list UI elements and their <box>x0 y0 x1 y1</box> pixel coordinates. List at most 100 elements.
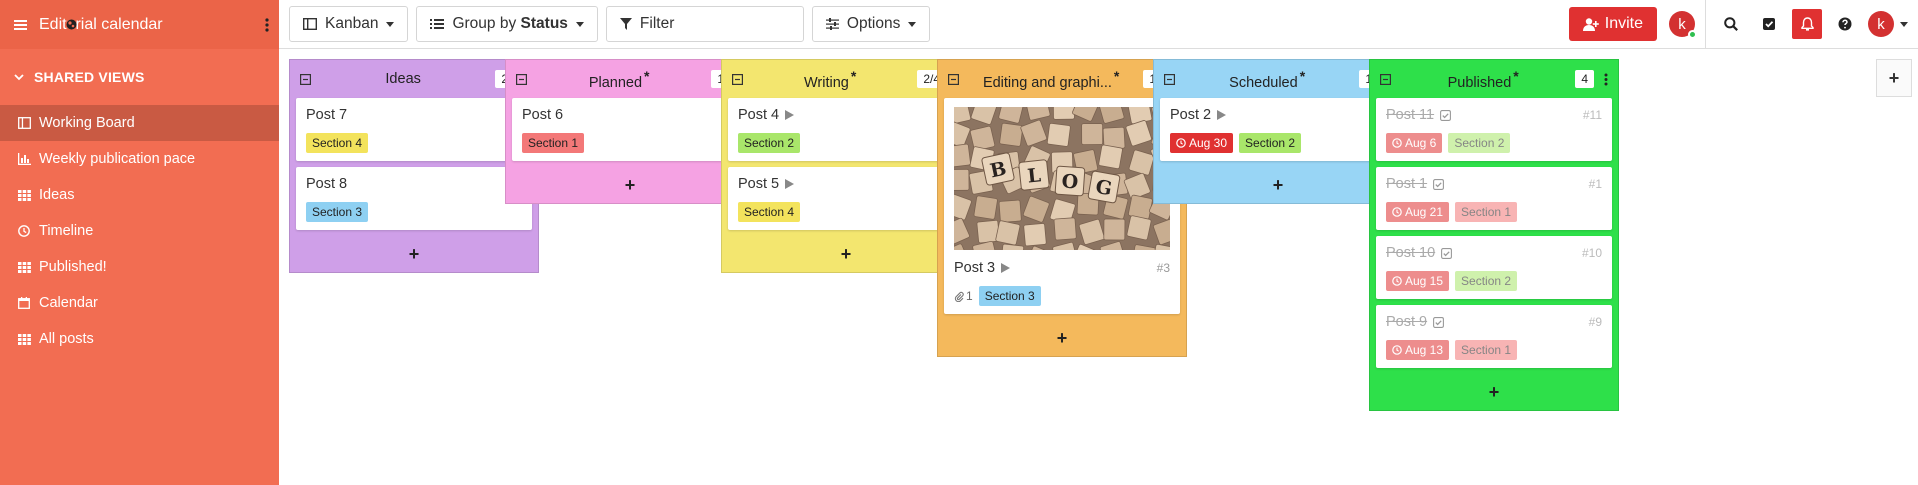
column-title: Published * <box>1399 68 1567 91</box>
column-title: Planned * <box>535 68 703 91</box>
card-post-2[interactable]: Post 2#2 Aug 30 Section 2 <box>1160 98 1396 161</box>
tag-label: Section 3 <box>312 205 363 219</box>
toolbar: Kanban Group by Status Filter Options In… <box>279 0 1918 49</box>
sidebar-item-weekly-publication-pace[interactable]: Weekly publication pace <box>0 141 279 177</box>
card-title: Post 9 <box>1386 314 1428 330</box>
card-tags: Section 3 <box>306 202 522 222</box>
app-title: Editorial calendar <box>39 15 163 33</box>
sidebar-item-timeline[interactable]: Timeline <box>0 213 279 249</box>
card-post-10[interactable]: Post 10 #10 Aug 15 Section 2 <box>1376 236 1612 299</box>
view-type-dropdown[interactable]: Kanban <box>289 6 409 42</box>
card-number: #3 <box>1156 261 1170 275</box>
add-card-button[interactable]: + <box>938 320 1186 356</box>
calendar-icon <box>17 297 31 309</box>
filter-button[interactable]: Filter <box>605 6 804 42</box>
column-header: Published * 4 <box>1370 60 1618 98</box>
collapse-column-icon[interactable] <box>732 73 743 85</box>
column-header: Planned*1 <box>506 60 754 98</box>
wooden-tile <box>995 220 1021 246</box>
plus-icon: + <box>624 174 636 195</box>
grid-icon <box>17 189 31 201</box>
clock-icon <box>1392 138 1402 148</box>
collapse-column-icon[interactable] <box>1164 73 1175 85</box>
sidebar-item-calendar[interactable]: Calendar <box>0 285 279 321</box>
card-tags: Section 4 <box>738 202 954 222</box>
tag-label: Section 2 <box>1245 136 1296 150</box>
notifications-button[interactable] <box>1792 9 1822 39</box>
tag-label: Aug 15 <box>1405 274 1444 288</box>
invite-button[interactable]: Invite <box>1568 7 1657 41</box>
sidebar-header: Editorial calendar <box>0 0 279 49</box>
card-number: #9 <box>1588 315 1602 329</box>
card-post-3[interactable]: B L O G Post 3 #3 1 Section 3 <box>944 98 1180 314</box>
tasks-button[interactable] <box>1754 9 1784 39</box>
plus-icon: + <box>1056 327 1068 348</box>
add-column-button[interactable]: + <box>1876 59 1912 97</box>
card-header: Post 6#6 <box>522 107 738 123</box>
bell-icon <box>1800 17 1814 31</box>
column-menu-icon[interactable] <box>1602 73 1610 86</box>
column-title: Scheduled * <box>1183 68 1351 91</box>
card-post-8[interactable]: Post 8#8 Section 3 <box>296 167 532 230</box>
group-by-dropdown[interactable]: Group by Status <box>416 6 598 42</box>
card-post-6[interactable]: Post 6#6 Section 1 <box>512 98 748 161</box>
card-title: Post 3 <box>954 260 996 276</box>
due-date-tag: Aug 15 <box>1386 271 1450 291</box>
help-button[interactable] <box>1830 9 1860 39</box>
play-icon <box>785 110 795 120</box>
card-header: Post 5#5 <box>738 176 954 192</box>
card-post-9[interactable]: Post 9 #9 Aug 13 Section 1 <box>1376 305 1612 368</box>
card-post-5[interactable]: Post 5#5 Section 4 <box>728 167 964 230</box>
user-avatar[interactable]: k <box>1669 11 1697 39</box>
add-card-button[interactable]: + <box>1154 167 1402 203</box>
card-post-1[interactable]: Post 1 #1 Aug 21 Section 1 <box>1376 167 1612 230</box>
wooden-tile <box>1126 215 1152 241</box>
tag-label: Section 2 <box>744 136 795 150</box>
card-header: Post 7#7 <box>306 107 522 123</box>
collapse-column-icon[interactable] <box>300 73 311 85</box>
card-post-7[interactable]: Post 7#7 Section 4 <box>296 98 532 161</box>
tag-label: Section 4 <box>744 205 795 219</box>
checked-icon <box>1440 109 1452 121</box>
section-tag: Section 2 <box>1455 271 1518 291</box>
options-dropdown[interactable]: Options <box>811 6 931 42</box>
plus-icon: + <box>840 243 852 264</box>
column-title-text: Published <box>1447 74 1512 91</box>
sidebar-item-ideas[interactable]: Ideas <box>0 177 279 213</box>
column-title: Editing and graphi... * <box>967 68 1135 91</box>
plus-icon: + <box>1488 381 1500 402</box>
help-icon <box>1838 17 1852 31</box>
collapse-column-icon[interactable] <box>1380 73 1391 85</box>
due-date-tag: Aug 13 <box>1386 340 1450 360</box>
wooden-tile <box>998 199 1022 223</box>
sidebar-views-list: Working Board Weekly publication pace Idea… <box>0 105 279 357</box>
sidebar-item-working-board[interactable]: Working Board <box>0 105 279 141</box>
wooden-tile <box>999 122 1024 147</box>
collapse-column-icon[interactable] <box>516 73 527 85</box>
wooden-tile <box>1103 218 1126 241</box>
column-title-text: Planned <box>588 74 643 91</box>
card-post-11[interactable]: Post 11 #11 Aug 6 Section 2 <box>1376 98 1612 161</box>
sidebar-item-published[interactable]: Published! <box>0 249 279 285</box>
app-menu-icon[interactable] <box>265 17 269 32</box>
card-header: Post 8#8 <box>306 176 522 192</box>
collapse-column-icon[interactable] <box>948 73 959 85</box>
shared-views-toggle[interactable]: SHARED VIEWS <box>0 49 279 105</box>
column-header: Scheduled*1 <box>1154 60 1402 98</box>
chevron-down-icon <box>14 73 24 81</box>
add-card-button[interactable]: + <box>290 236 538 272</box>
account-avatar[interactable]: k <box>1868 11 1894 37</box>
sidebar-item-all-posts[interactable]: All posts <box>0 321 279 357</box>
card-header: Post 2#2 <box>1170 107 1386 123</box>
add-card-button[interactable]: + <box>722 236 970 272</box>
hamburger-menu-icon[interactable] <box>14 19 27 31</box>
card-number: #1 <box>1588 177 1602 191</box>
search-button[interactable] <box>1716 9 1746 39</box>
add-card-button[interactable]: + <box>506 167 754 203</box>
card-post-4[interactable]: Post 4#4 Section 2 <box>728 98 964 161</box>
card-header: Post 4#4 <box>738 107 954 123</box>
plus-icon: + <box>408 243 420 264</box>
card-tags: Aug 30 Section 2 <box>1170 133 1386 153</box>
group-by-label: Group by Status <box>452 15 567 33</box>
add-card-button[interactable]: + <box>1370 374 1618 410</box>
